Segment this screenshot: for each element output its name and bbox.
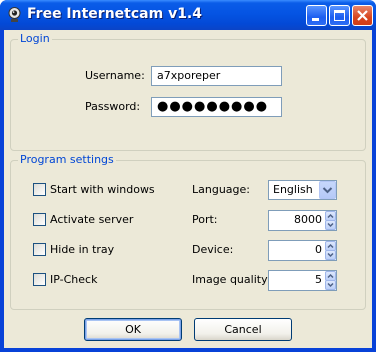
chevron-up-icon xyxy=(327,243,334,249)
device-spinner[interactable]: 0 xyxy=(268,240,337,261)
device-value: 0 xyxy=(315,243,322,256)
image-quality-spin-buttons xyxy=(325,271,336,290)
port-decrement-button[interactable] xyxy=(325,220,336,230)
device-decrement-button[interactable] xyxy=(325,250,336,260)
chevron-down-icon xyxy=(327,222,334,228)
image-quality-decrement-button[interactable] xyxy=(325,280,336,290)
image-quality-label: Image quality: xyxy=(192,273,271,286)
chevron-up-icon xyxy=(327,213,334,219)
ok-button[interactable]: OK xyxy=(84,318,182,341)
image-quality-value: 5 xyxy=(315,273,322,286)
checkbox-box[interactable] xyxy=(33,243,46,256)
language-label: Language: xyxy=(192,183,250,196)
window-title: Free Internetcam v1.4 xyxy=(27,6,202,22)
checkbox-box[interactable] xyxy=(33,183,46,196)
program-settings-group-title: Program settings xyxy=(18,153,116,167)
image-quality-spinner[interactable]: 5 xyxy=(268,270,337,291)
password-label: Password: xyxy=(85,100,141,113)
language-dropdown-button[interactable] xyxy=(319,181,336,199)
title-bar[interactable]: Free Internetcam v1.4 xyxy=(0,0,376,30)
device-label: Device: xyxy=(192,243,234,256)
port-label: Port: xyxy=(192,213,218,226)
activate-server-checkbox[interactable]: Activate server xyxy=(33,212,183,228)
dialog-body: Login Username: a7xporeper Password: ●●●… xyxy=(4,30,372,348)
chevron-down-icon xyxy=(327,252,334,258)
checkbox-label: Activate server xyxy=(50,213,134,226)
checkbox-label: Hide in tray xyxy=(50,243,115,256)
username-input[interactable]: a7xporeper xyxy=(151,66,282,86)
chevron-down-icon xyxy=(327,282,334,288)
checkbox-box[interactable] xyxy=(33,213,46,226)
close-icon xyxy=(357,10,368,21)
chevron-up-icon xyxy=(327,273,334,279)
minimize-button[interactable] xyxy=(306,5,327,26)
device-spin-buttons xyxy=(325,241,336,260)
login-group: Login Username: a7xporeper Password: ●●●… xyxy=(10,32,366,151)
hide-in-tray-checkbox[interactable]: Hide in tray xyxy=(33,242,183,258)
username-label: Username: xyxy=(85,69,145,82)
maximize-button[interactable] xyxy=(329,5,350,26)
ip-check-checkbox[interactable]: IP-Check xyxy=(33,272,183,288)
checkbox-label: IP-Check xyxy=(50,273,98,286)
password-input[interactable]: ●●●●●●●●● xyxy=(151,97,282,117)
port-spin-buttons xyxy=(325,211,336,230)
start-with-windows-checkbox[interactable]: Start with windows xyxy=(33,182,183,198)
program-settings-group: Program settings Start with windows Acti… xyxy=(10,153,366,310)
login-group-title: Login xyxy=(18,32,52,46)
app-window: Free Internetcam v1.4 Login Username: a7… xyxy=(0,0,376,352)
webcam-icon xyxy=(8,7,21,22)
chevron-down-icon xyxy=(322,187,333,194)
close-button[interactable] xyxy=(352,5,373,26)
cancel-button[interactable]: Cancel xyxy=(194,318,292,341)
minimize-icon xyxy=(312,18,319,21)
language-selected-value: English xyxy=(273,183,313,196)
port-spinner[interactable]: 8000 xyxy=(268,210,337,231)
checkbox-label: Start with windows xyxy=(50,183,155,196)
language-select[interactable]: English xyxy=(268,180,337,200)
port-value: 8000 xyxy=(294,213,322,226)
maximize-icon xyxy=(334,10,345,21)
checkbox-box[interactable] xyxy=(33,273,46,286)
